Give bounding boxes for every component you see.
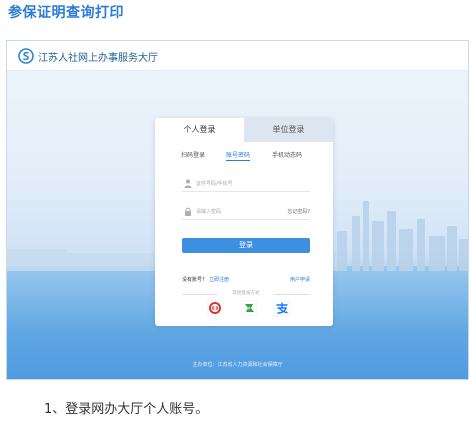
other-login-divider: 其他登录方式 bbox=[182, 290, 310, 298]
register-link[interactable]: 立即注册 bbox=[209, 276, 229, 283]
jiangsu-zhengwu-icon[interactable] bbox=[207, 300, 223, 316]
alipay-icon[interactable] bbox=[274, 300, 290, 316]
step-instruction: 1、登录网办大厅个人账号。 bbox=[44, 402, 209, 417]
login-page-screenshot: 江苏人社网上办事服务大厅 个人登录 单位登录 扫码登录 账号密码 手机动态码 证… bbox=[6, 40, 469, 380]
tab-company-login[interactable]: 单位登录 bbox=[244, 118, 333, 142]
other-login-label: 其他登录方式 bbox=[232, 291, 260, 296]
password-field: 忘记密码? bbox=[182, 204, 310, 220]
login-button[interactable]: 登录 bbox=[182, 238, 310, 253]
site-title: 江苏人社网上办事服务大厅 bbox=[38, 53, 158, 64]
sponsor-footer: 主办单位：江苏省人力资源和社会保障厅 bbox=[192, 362, 283, 368]
site-header: 江苏人社网上办事服务大厅 bbox=[7, 41, 468, 71]
register-row: 没有账号? 立即注册 用户申请 bbox=[182, 276, 310, 285]
login-method-tabs: 扫码登录 账号密码 手机动态码 bbox=[155, 150, 333, 162]
login-tabs: 个人登录 单位登录 bbox=[155, 118, 333, 142]
user-apply-link[interactable]: 用户申请 bbox=[290, 276, 310, 283]
account-field bbox=[182, 176, 310, 192]
password-input[interactable] bbox=[196, 205, 276, 218]
account-underline bbox=[182, 191, 310, 192]
user-icon bbox=[184, 179, 192, 188]
site-logo-icon bbox=[18, 48, 34, 64]
divider-line-right bbox=[274, 294, 310, 295]
login-card: 个人登录 单位登录 扫码登录 账号密码 手机动态码 忘记密码? 登录 bbox=[155, 118, 333, 326]
subtab-qr-login[interactable]: 扫码登录 bbox=[181, 150, 205, 159]
subtab-password-login[interactable]: 账号密码 bbox=[226, 150, 251, 161]
lock-icon bbox=[185, 207, 191, 216]
tab-personal-login[interactable]: 个人登录 bbox=[155, 118, 244, 142]
subtab-sms-login[interactable]: 手机动态码 bbox=[272, 150, 302, 159]
sushi-ban-icon[interactable] bbox=[241, 300, 257, 316]
article-title: 参保证明查询打印 bbox=[8, 5, 124, 21]
account-input[interactable] bbox=[196, 177, 276, 190]
forgot-password-link[interactable]: 忘记密码? bbox=[287, 208, 310, 215]
no-account-label: 没有账号? bbox=[182, 277, 205, 283]
password-underline bbox=[182, 219, 310, 220]
